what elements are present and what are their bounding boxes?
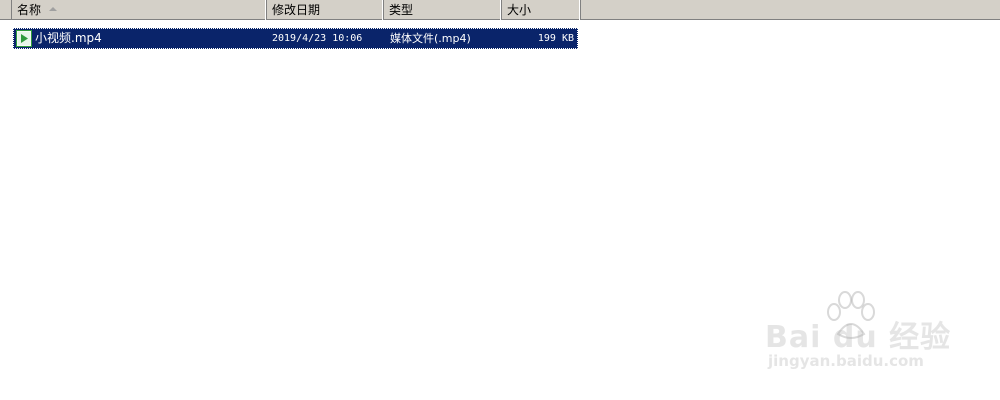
watermark-logo-text: Bai du 经验: [765, 320, 952, 355]
file-row[interactable]: 小视频.mp4 2019/4/23 10:06 媒体文件(.mp4) 199 K…: [13, 28, 578, 49]
column-header-spacer: [0, 0, 12, 20]
column-header-bar: 名称 修改日期 类型 大小: [0, 0, 1000, 20]
baidu-jingyan-watermark: Bai du 经验 jingyan.baidu.com: [760, 290, 960, 380]
watermark-url: jingyan.baidu.com: [768, 352, 924, 370]
file-explorer-details-view: 名称 修改日期 类型 大小 小视频.mp4 2019/4/23 10:06 媒体…: [0, 0, 1000, 400]
file-name: 小视频.mp4: [35, 31, 102, 45]
column-header-type[interactable]: 类型: [384, 0, 502, 20]
sort-ascending-icon: [49, 6, 58, 11]
file-modified-date: 2019/4/23 10:06: [272, 33, 363, 44]
column-header-empty: [581, 0, 1000, 20]
media-file-icon: [16, 30, 32, 47]
file-type: 媒体文件(.mp4): [390, 32, 471, 45]
column-header-modified[interactable]: 修改日期: [267, 0, 384, 20]
column-header-modified-label: 修改日期: [272, 3, 321, 17]
column-header-name[interactable]: 名称: [12, 0, 267, 20]
column-header-type-label: 类型: [389, 3, 414, 17]
column-header-name-label: 名称: [17, 3, 42, 17]
column-header-size[interactable]: 大小: [502, 0, 581, 20]
column-header-size-label: 大小: [507, 3, 532, 17]
file-size: 199 KB: [537, 33, 574, 44]
